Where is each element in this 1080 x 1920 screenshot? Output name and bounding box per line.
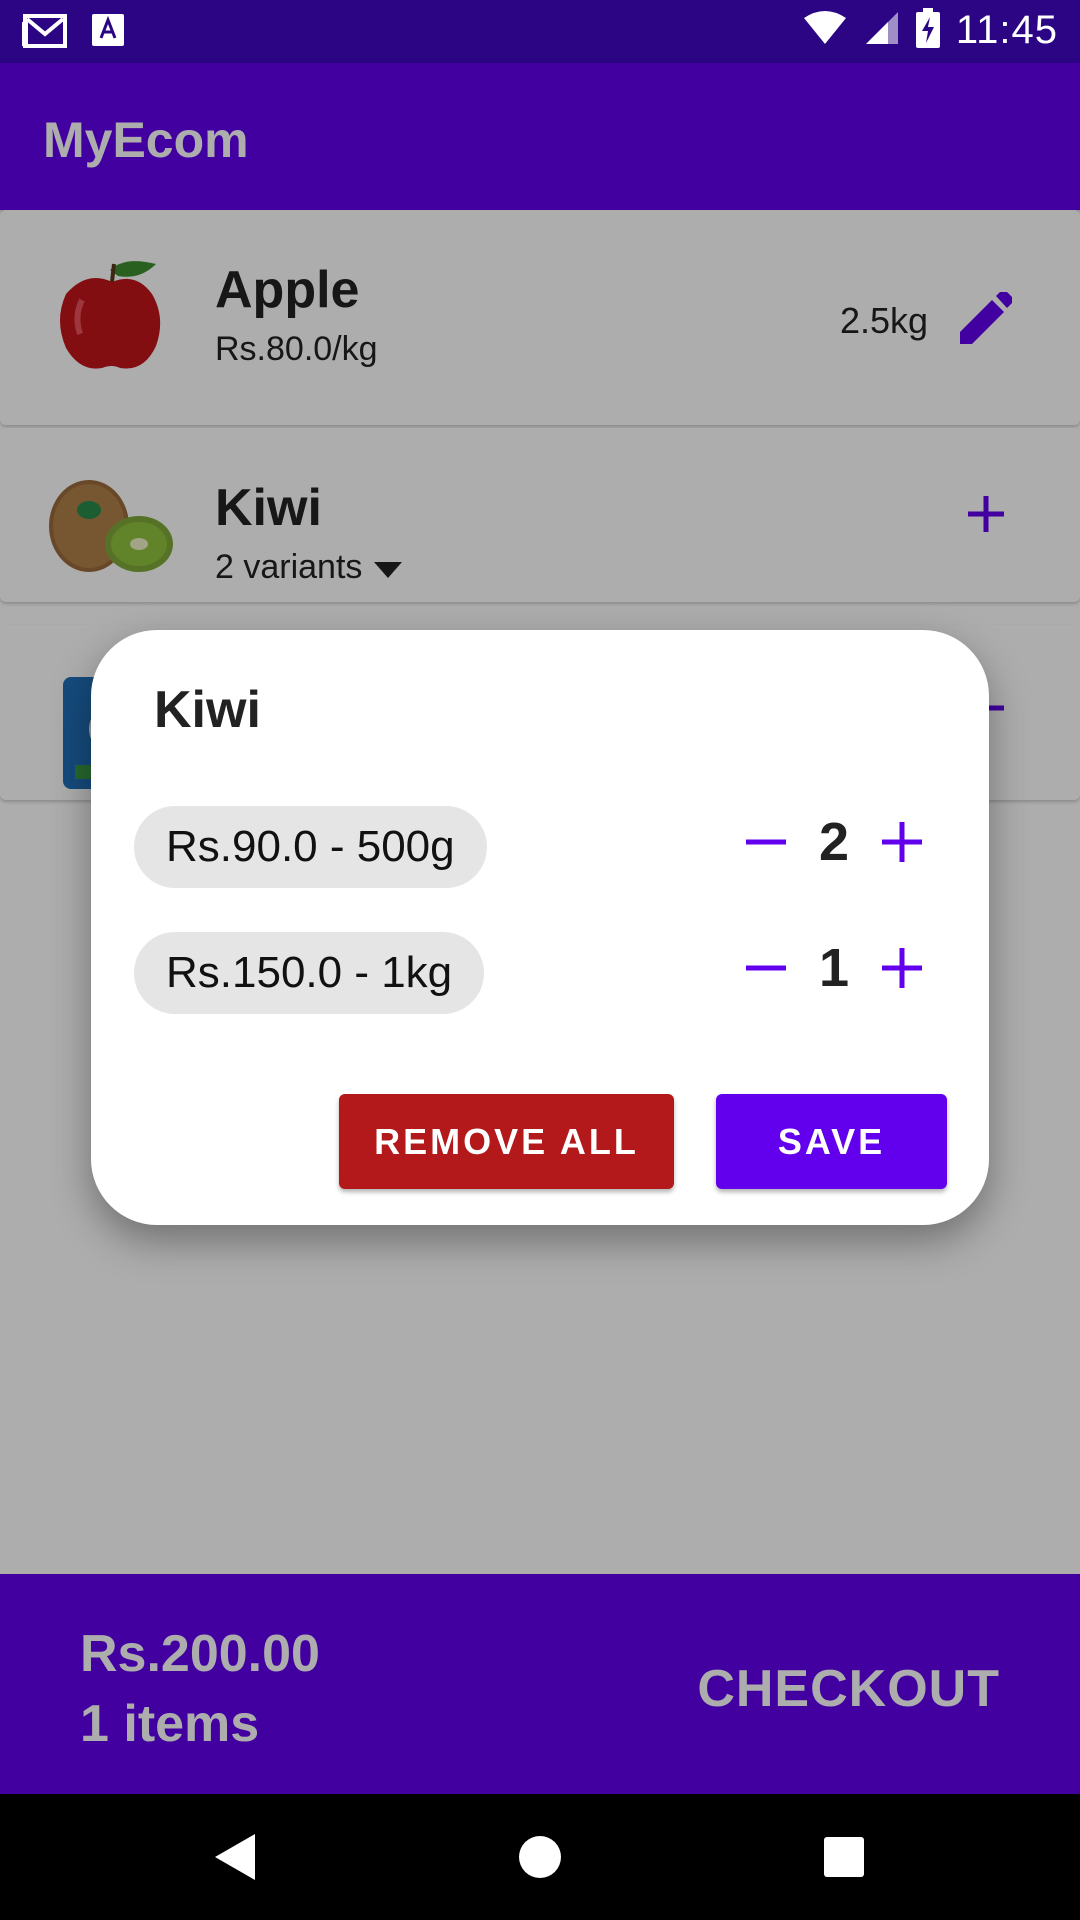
decrement-button[interactable] [731,928,801,1008]
gmail-icon [22,10,68,55]
navigation-bar [0,1794,1080,1920]
home-icon[interactable] [518,1835,562,1884]
quantity-value: 1 [818,938,850,998]
back-icon[interactable] [215,1834,257,1885]
wifi-icon [802,10,848,51]
increment-button[interactable] [867,928,937,1008]
variant-chip: Rs.150.0 - 1kg [134,932,485,1014]
decrement-button[interactable] [731,802,801,882]
quantity-stepper: 1 [731,928,941,1008]
text-a-icon [92,14,124,51]
variant-chip: Rs.90.0 - 500g [134,806,487,888]
increment-button[interactable] [867,802,937,882]
dialog-title: Kiwi [154,681,261,739]
quantity-stepper: 2 [731,802,941,882]
status-bar: 11:45 [0,0,1080,63]
battery-charging-icon [915,8,940,53]
cell-signal-icon [864,10,900,51]
recents-icon[interactable] [824,1837,864,1882]
variant-dialog: Kiwi Rs.90.0 - 500g 2 Rs.150.0 - 1kg 1 R… [91,630,989,1225]
save-button[interactable]: SAVE [716,1094,947,1189]
remove-all-button[interactable]: REMOVE ALL [339,1094,674,1189]
quantity-value: 2 [818,812,850,872]
status-time: 11:45 [955,8,1058,52]
